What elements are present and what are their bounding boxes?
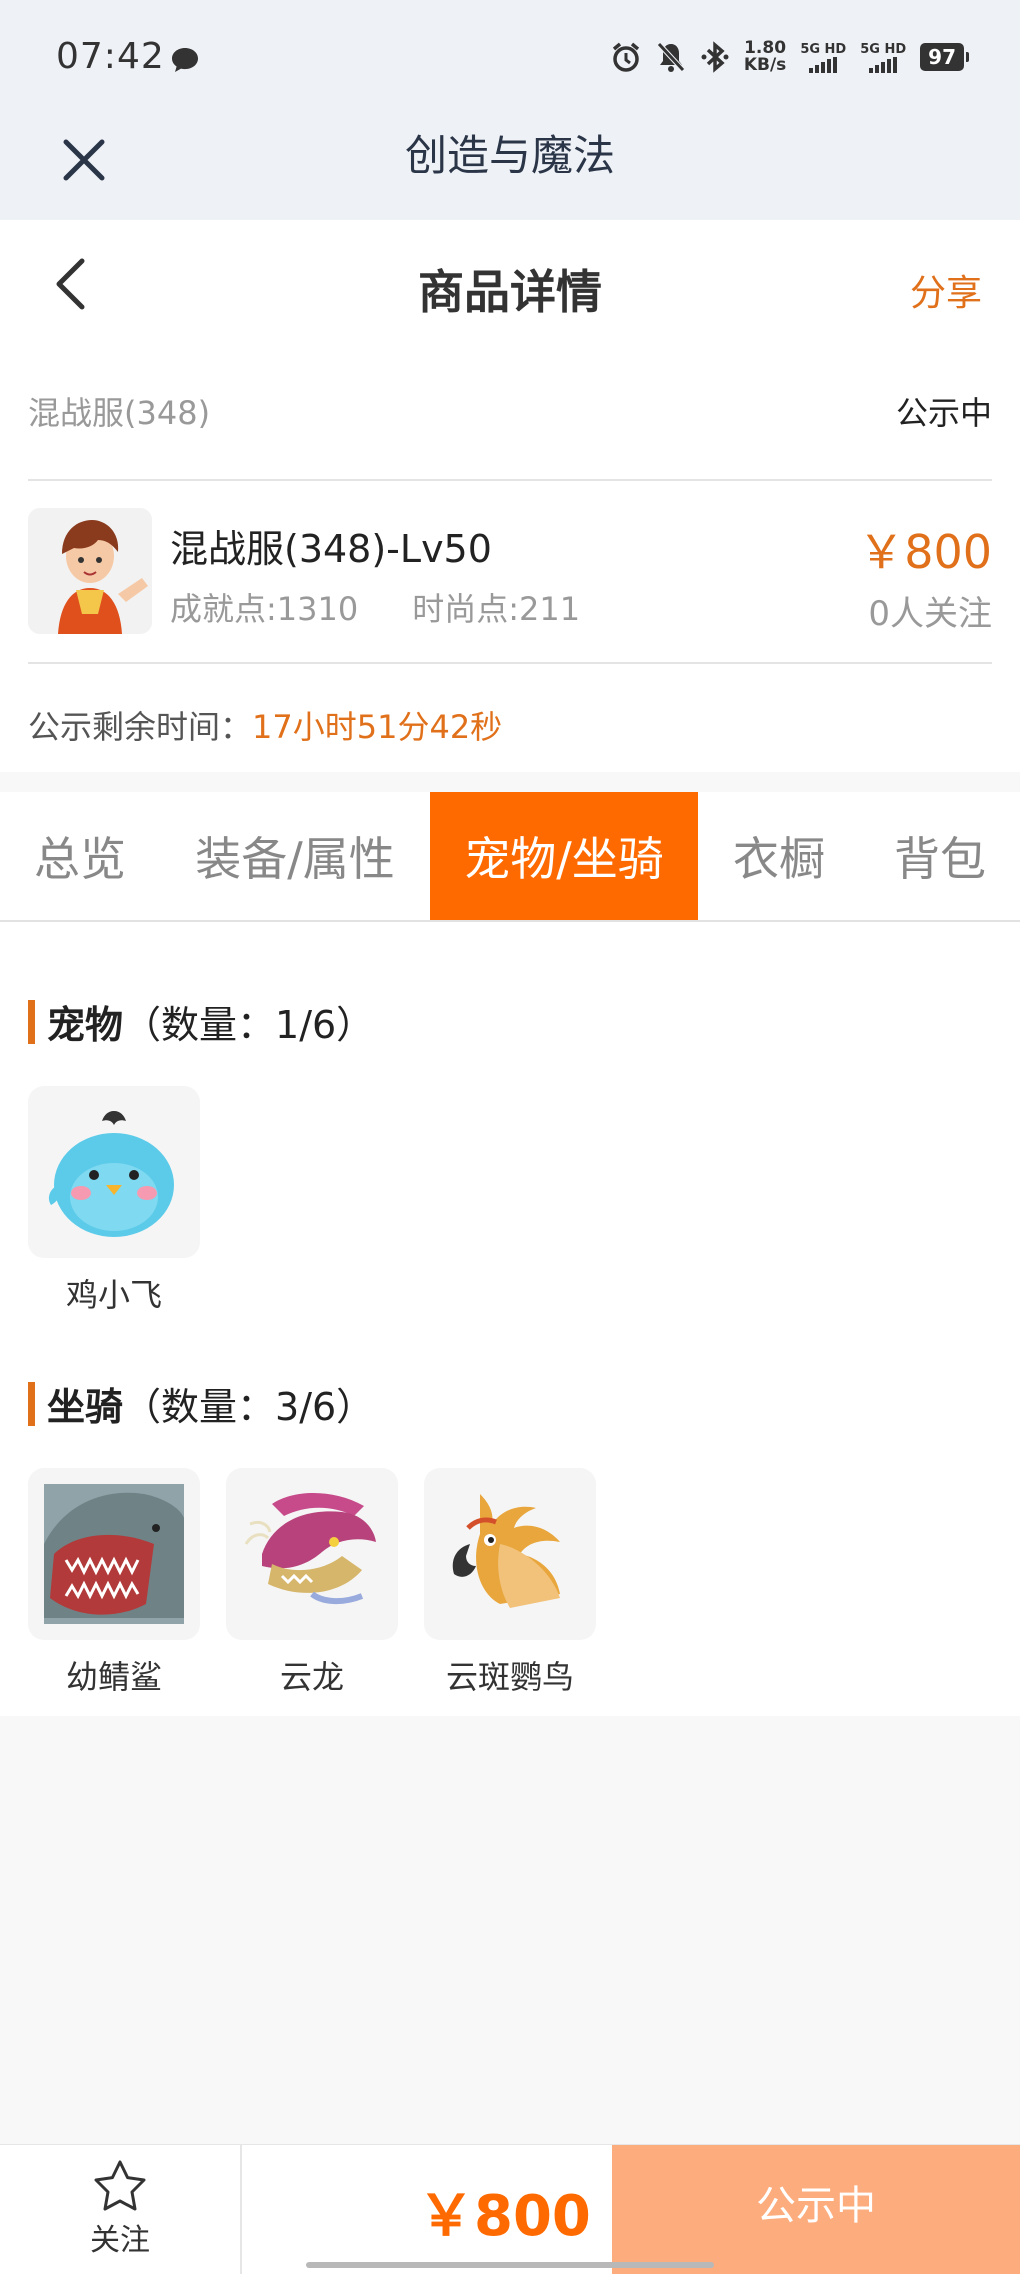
parrot-icon xyxy=(452,1494,560,1608)
section-marker xyxy=(28,1381,35,1426)
bluetooth-icon xyxy=(701,41,729,73)
pet-card[interactable]: 鸡小飞 xyxy=(28,1086,200,1316)
status-bar: 07:42 1.80 KB/s 5G HD 5G HD 97 xyxy=(0,0,1020,112)
mount-thumbnail xyxy=(424,1468,596,1640)
signal-bars-icon xyxy=(809,56,838,73)
home-indicator[interactable] xyxy=(306,2262,714,2268)
character-stats: 成就点:1310 时尚点:211 xyxy=(170,584,580,630)
divider xyxy=(28,662,992,664)
mount-name: 幼鲭鲨 xyxy=(65,1658,162,1696)
server-name: 混战服(348) xyxy=(28,394,211,432)
remaining-time-label: 公示剩余时间： xyxy=(28,708,253,746)
listing-price: ￥800 xyxy=(858,525,992,579)
dragon-icon xyxy=(244,1493,376,1604)
tab-overview[interactable]: 总览 xyxy=(0,792,160,920)
mount-card[interactable]: 云斑鹦鸟 xyxy=(424,1468,596,1698)
signal-bars-icon xyxy=(869,56,898,73)
shark-icon xyxy=(44,1484,184,1624)
message-icon xyxy=(172,48,198,72)
pet-thumbnail xyxy=(28,1086,200,1258)
remaining-time-value: 17小时51分42秒 xyxy=(252,708,503,746)
app-title-bar: 创造与魔法 xyxy=(0,112,1020,220)
mount-name: 云斑鹦鸟 xyxy=(445,1658,574,1696)
signal-sim1: 5G HD xyxy=(800,42,846,73)
follower-count: 0人关注 xyxy=(868,594,992,634)
status-icons: 1.80 KB/s 5G HD 5G HD 97 xyxy=(610,38,969,75)
pet-name: 鸡小飞 xyxy=(65,1276,162,1314)
character-portrait-icon xyxy=(28,508,152,634)
section-marker xyxy=(28,999,35,1044)
bottom-bar: 关注 ￥800 公示中 xyxy=(0,2144,1020,2274)
net-speed: 1.80 KB/s xyxy=(743,38,787,75)
mount-card[interactable]: 云龙 xyxy=(226,1468,398,1698)
mount-thumbnail xyxy=(28,1468,200,1640)
page-title: 商品详情 xyxy=(418,265,602,319)
listing-info: 混战服(348) 公示中 混战服(348)-Lv50 成就点:1310 时尚点:2… xyxy=(0,348,1020,772)
signal-sim2: 5G HD xyxy=(860,42,906,73)
pets-mounts-panel: 宠物 （数量：1/6） 鸡小飞 坐骑 （数量：3/6） 幼鲭鲨 云龙 云斑鹦鸟 xyxy=(0,922,1020,1716)
detail-tabs: 总览 装备/属性 宠物/坐骑 衣橱 背包 xyxy=(0,792,1020,922)
status-action-button[interactable]: 公示中 xyxy=(612,2145,1020,2274)
achievement-points: 成就点:1310 xyxy=(170,590,359,628)
page-header: 商品详情 分享 xyxy=(0,220,1020,348)
pets-section-title: 宠物 （数量：1/6） xyxy=(28,994,374,1049)
alarm-icon xyxy=(612,42,639,72)
mount-card[interactable]: 幼鲭鲨 xyxy=(28,1468,200,1698)
status-time: 07:42 xyxy=(56,36,165,77)
blue-chick-icon xyxy=(48,1111,174,1237)
mount-thumbnail xyxy=(226,1468,398,1640)
star-outline-icon xyxy=(94,2160,146,2211)
follow-button[interactable]: 关注 xyxy=(0,2145,242,2274)
remaining-time: 公示剩余时间：17小时51分42秒 xyxy=(28,702,502,748)
tab-backpack[interactable]: 背包 xyxy=(860,792,1020,920)
character-avatar xyxy=(28,508,152,634)
tab-equipment[interactable]: 装备/属性 xyxy=(160,792,430,920)
share-button[interactable]: 分享 xyxy=(910,264,982,316)
character-name: 混战服(348)-Lv50 xyxy=(170,527,492,571)
divider xyxy=(28,479,992,481)
battery-icon: 97 xyxy=(920,43,969,71)
listing-status: 公示中 xyxy=(895,394,992,432)
tab-pets-mounts[interactable]: 宠物/坐骑 xyxy=(430,792,698,920)
bottom-price: ￥800 xyxy=(418,2184,591,2249)
app-title: 创造与魔法 xyxy=(404,131,615,180)
tab-wardrobe[interactable]: 衣橱 xyxy=(698,792,860,920)
follow-label: 关注 xyxy=(90,2223,150,2258)
mounts-section-title: 坐骑 （数量：3/6） xyxy=(28,1376,374,1431)
fashion-points: 时尚点:211 xyxy=(412,590,581,628)
mount-name: 云龙 xyxy=(279,1658,344,1696)
mute-icon xyxy=(657,42,685,72)
